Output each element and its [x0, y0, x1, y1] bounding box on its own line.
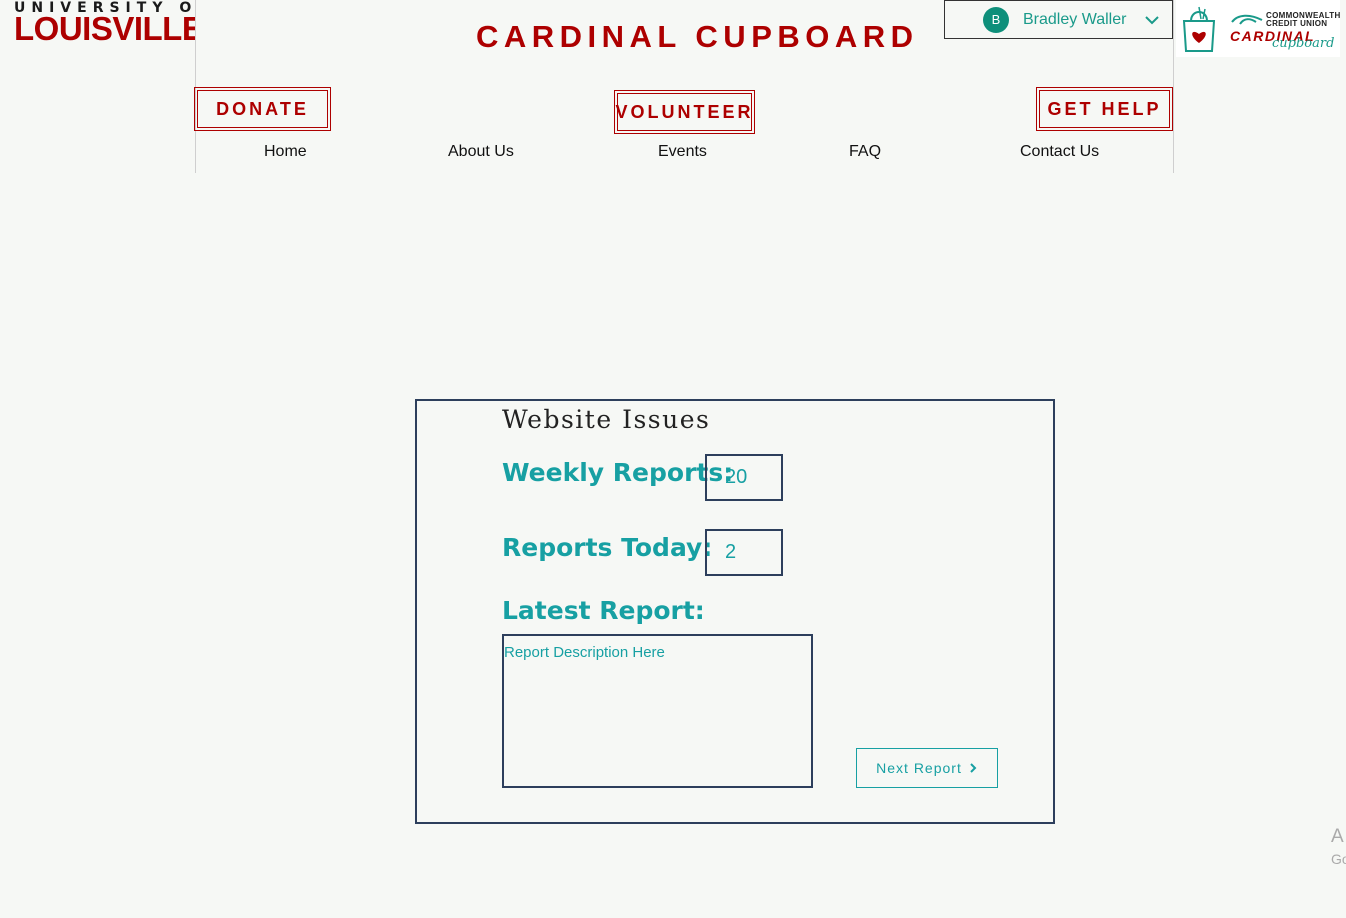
next-report-label: Next Report — [876, 760, 962, 776]
avatar[interactable]: B — [983, 7, 1009, 33]
weekly-reports-field[interactable]: 20 — [705, 454, 783, 501]
weekly-reports-label: Weekly Reports: — [502, 458, 734, 487]
card-title: Website Issues — [502, 405, 711, 434]
grocery-bag-icon — [1182, 6, 1216, 52]
get-help-button[interactable]: GET HELP — [1036, 87, 1173, 131]
volunteer-button[interactable]: VOLUNTEER — [614, 90, 755, 134]
next-report-button[interactable]: Next Report — [856, 748, 998, 788]
chevron-down-icon[interactable] — [1144, 12, 1160, 28]
nav-about-us[interactable]: About Us — [448, 143, 514, 161]
corner-text-top: A — [1331, 826, 1344, 847]
donate-button[interactable]: DONATE — [194, 87, 331, 131]
report-description-text: Report Description Here — [504, 644, 665, 661]
latest-report-label: Latest Report: — [502, 596, 705, 625]
nav-faq[interactable]: FAQ — [849, 143, 881, 161]
corner-text-bottom: Go — [1331, 851, 1346, 867]
credit-union-swoosh-icon — [1231, 14, 1263, 25]
nav-events[interactable]: Events — [658, 143, 707, 161]
chevron-right-icon — [970, 763, 977, 773]
reports-today-field[interactable]: 2 — [705, 529, 783, 576]
reports-today-label: Reports Today: — [502, 533, 713, 562]
nav-home[interactable]: Home — [264, 143, 307, 161]
logo-cupboard: cupboard — [1272, 36, 1335, 51]
university-logo-main[interactable]: LOUISVILLE — [14, 10, 204, 48]
site-title[interactable]: CARDINAL CUPBOARD — [476, 19, 919, 55]
nav-contact-us[interactable]: Contact Us — [1020, 143, 1099, 161]
logo-credit-union: CREDIT UNION — [1266, 19, 1328, 28]
user-name[interactable]: Bradley Waller — [1023, 11, 1126, 29]
